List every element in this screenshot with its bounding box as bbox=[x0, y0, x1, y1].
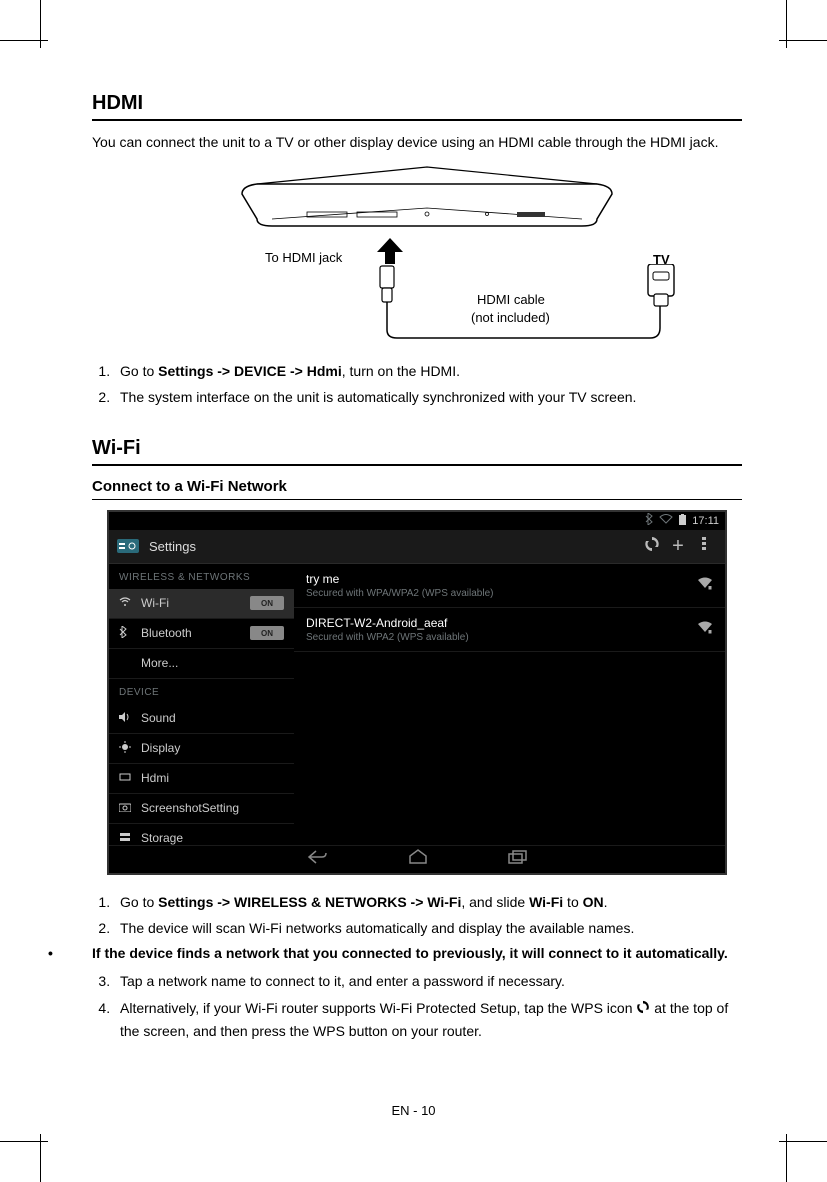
wifi-step-1: Go to Settings -> WIRELESS & NETWORKS ->… bbox=[114, 891, 742, 913]
wifi-step-2: The device will scan Wi-Fi networks auto… bbox=[114, 917, 742, 939]
sidebar-item-screenshot[interactable]: ScreenshotSetting bbox=[109, 794, 294, 824]
step-text: Go to bbox=[120, 894, 158, 910]
label-to-hdmi-jack: To HDMI jack bbox=[265, 250, 342, 265]
battery-status-icon bbox=[679, 514, 686, 528]
display-icon bbox=[119, 741, 133, 756]
network-name: try me bbox=[306, 572, 697, 586]
wifi-icon bbox=[119, 597, 133, 610]
status-bar: 17:11 bbox=[109, 512, 725, 530]
wps-icon[interactable] bbox=[639, 536, 665, 557]
nav-home-icon[interactable] bbox=[408, 849, 428, 870]
wifi-step-4: Alternatively, if your Wi-Fi router supp… bbox=[114, 997, 742, 1043]
nav-bar bbox=[109, 845, 725, 873]
sidebar-label: Bluetooth bbox=[141, 626, 192, 640]
settings-screenshot: 17:11 Settings + WIRELESS & NETWORKS Wi-… bbox=[107, 510, 727, 875]
sidebar-item-wifi[interactable]: Wi-Fi ON bbox=[109, 589, 294, 619]
add-network-icon[interactable]: + bbox=[665, 538, 691, 554]
page-number: EN - 10 bbox=[0, 1103, 827, 1118]
bluetooth-icon bbox=[119, 626, 133, 641]
wifi-signal-icon bbox=[697, 577, 713, 593]
network-row[interactable]: try me Secured with WPA/WPA2 (WPS availa… bbox=[294, 564, 725, 608]
sidebar-label: Display bbox=[141, 741, 180, 755]
wifi-steps-34: Tap a network name to connect to it, and… bbox=[92, 970, 742, 1042]
step-text: , and slide bbox=[461, 894, 529, 910]
step-bold: Wi-Fi bbox=[529, 894, 563, 910]
arrow-up-icon bbox=[375, 236, 405, 266]
step-bold: Settings -> DEVICE -> Hdmi bbox=[158, 363, 342, 379]
network-security: Secured with WPA2 (WPS available) bbox=[306, 632, 697, 643]
wifi-signal-icon bbox=[697, 621, 713, 637]
nav-recent-icon[interactable] bbox=[508, 850, 528, 869]
bluetooth-status-icon bbox=[645, 513, 653, 528]
wifi-subheading: Connect to a Wi-Fi Network bbox=[92, 478, 742, 500]
hdmi-diagram: To HDMI jack TV HDMI cable (not included… bbox=[157, 164, 677, 344]
tablet-illustration bbox=[237, 164, 617, 234]
crop-mark bbox=[779, 1141, 827, 1142]
category-wireless: WIRELESS & NETWORKS bbox=[109, 564, 294, 589]
step-text: . bbox=[604, 894, 608, 910]
storage-icon bbox=[119, 832, 133, 845]
step-bold: Settings -> WIRELESS & NETWORKS -> Wi-Fi bbox=[158, 894, 461, 910]
sidebar-item-hdmi[interactable]: Hdmi bbox=[109, 764, 294, 794]
sidebar-label: More... bbox=[141, 656, 178, 670]
hdmi-steps: Go to Settings -> DEVICE -> Hdmi, turn o… bbox=[92, 360, 742, 409]
crop-mark bbox=[0, 40, 48, 41]
wifi-step-3: Tap a network name to connect to it, and… bbox=[114, 970, 742, 992]
sidebar-label: ScreenshotSetting bbox=[141, 801, 239, 815]
wifi-network-list: try me Secured with WPA/WPA2 (WPS availa… bbox=[294, 564, 725, 845]
wifi-status-icon bbox=[659, 514, 673, 527]
hdmi-icon bbox=[119, 772, 133, 785]
sidebar-item-display[interactable]: Display bbox=[109, 734, 294, 764]
cable-illustration bbox=[372, 264, 702, 344]
step-text: Alternatively, if your Wi-Fi router supp… bbox=[120, 1000, 636, 1016]
sidebar-item-sound[interactable]: Sound bbox=[109, 704, 294, 734]
actionbar-title: Settings bbox=[149, 539, 639, 554]
settings-sidebar: WIRELESS & NETWORKS Wi-Fi ON Bluetooth O… bbox=[109, 564, 294, 845]
crop-mark bbox=[0, 1141, 48, 1142]
action-bar: Settings + bbox=[109, 530, 725, 564]
network-row[interactable]: DIRECT-W2-Android_aeaf Secured with WPA2… bbox=[294, 608, 725, 652]
wifi-bullet-item: If the device finds a network that you c… bbox=[70, 943, 742, 964]
wifi-steps-12: Go to Settings -> WIRELESS & NETWORKS ->… bbox=[92, 891, 742, 940]
wifi-toggle[interactable]: ON bbox=[250, 596, 284, 610]
settings-app-icon bbox=[117, 537, 139, 555]
hdmi-heading: HDMI bbox=[92, 92, 742, 121]
wifi-heading: Wi-Fi bbox=[92, 437, 742, 466]
hdmi-intro: You can connect the unit to a TV or othe… bbox=[92, 133, 742, 152]
sound-icon bbox=[119, 712, 133, 725]
step-text: to bbox=[563, 894, 582, 910]
status-time: 17:11 bbox=[692, 515, 719, 527]
bluetooth-toggle[interactable]: ON bbox=[250, 626, 284, 640]
wifi-bullet: If the device finds a network that you c… bbox=[92, 943, 742, 964]
wps-inline-icon bbox=[636, 998, 650, 1020]
step-bold: ON bbox=[583, 894, 604, 910]
sidebar-item-more[interactable]: More... bbox=[109, 649, 294, 679]
hdmi-step-2: The system interface on the unit is auto… bbox=[114, 386, 742, 408]
crop-mark bbox=[779, 40, 827, 41]
network-security: Secured with WPA/WPA2 (WPS available) bbox=[306, 588, 697, 599]
sidebar-label: Storage bbox=[141, 831, 183, 845]
sidebar-item-bluetooth[interactable]: Bluetooth ON bbox=[109, 619, 294, 649]
step-text: Go to bbox=[120, 363, 158, 379]
camera-icon bbox=[119, 802, 133, 815]
network-name: DIRECT-W2-Android_aeaf bbox=[306, 616, 697, 630]
hdmi-step-1: Go to Settings -> DEVICE -> Hdmi, turn o… bbox=[114, 360, 742, 382]
category-device: DEVICE bbox=[109, 679, 294, 704]
overflow-menu-icon[interactable] bbox=[691, 537, 717, 556]
nav-back-icon[interactable] bbox=[306, 849, 328, 870]
sidebar-label: Sound bbox=[141, 711, 176, 725]
sidebar-label: Hdmi bbox=[141, 771, 169, 785]
sidebar-label: Wi-Fi bbox=[141, 596, 169, 610]
step-text: , turn on the HDMI. bbox=[342, 363, 460, 379]
